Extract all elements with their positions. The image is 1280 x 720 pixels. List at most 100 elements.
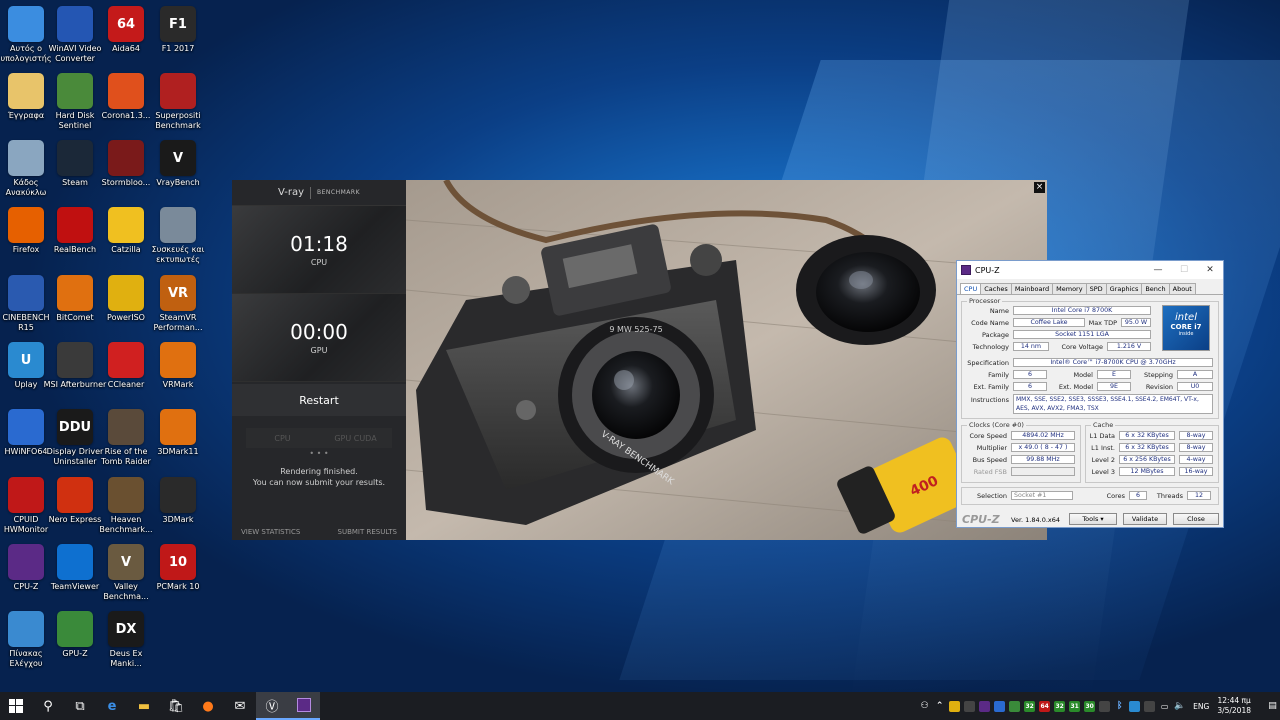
hwinfo-tray-icon[interactable]: 31 (1069, 700, 1081, 712)
cpuz-tab-spd[interactable]: SPD (1085, 283, 1107, 294)
search-button[interactable]: ⚲ (32, 692, 64, 720)
tray-app-icon[interactable] (1144, 700, 1156, 712)
tray-app-icon[interactable] (949, 700, 961, 712)
family-label: Family (988, 371, 1009, 379)
tray-app-icon[interactable] (1129, 700, 1141, 712)
ext-model-label: Ext. Model (1058, 383, 1093, 391)
desktop-icon-label: Superpositi Benchmark (155, 111, 201, 130)
vray-close-button[interactable]: × (1034, 182, 1045, 193)
desktop-icon-label: Συσκευές και εκτυπωτές (151, 245, 205, 264)
cpuz-tab-mainboard[interactable]: Mainboard (1010, 283, 1054, 294)
cpuz-tab-about[interactable]: About (1168, 283, 1196, 294)
taskbar: ⚲ ⧉ e ▬ 🛍 ● ✉ Ⓥ ⚇ ⌃ 32 64 32 31 30 ᛒ ▭ 🔈… (0, 692, 1280, 720)
tray-app-icon[interactable] (1099, 700, 1111, 712)
socket-select[interactable]: Socket #1 (1011, 491, 1073, 500)
desktop-icon[interactable]: V VrayBench (146, 140, 210, 188)
l1-data-value: 6 x 32 KBytes (1119, 431, 1175, 440)
start-button[interactable] (0, 692, 32, 720)
cpuz-tab-graphics[interactable]: Graphics (1105, 283, 1143, 294)
hwinfo-tray-icon[interactable]: 30 (1084, 700, 1096, 712)
taskbar-file-explorer[interactable]: ▬ (128, 692, 160, 720)
hwinfo-tray-icon[interactable]: 32 (1054, 700, 1066, 712)
taskbar-store[interactable]: 🛍 (160, 692, 192, 720)
restart-button[interactable]: Restart (232, 384, 406, 416)
clock[interactable]: 12:44 πμ 3/5/2018 (1217, 696, 1251, 716)
cpuz-tab-memory[interactable]: Memory (1052, 283, 1087, 294)
desktop-icon[interactable]: DX Deus Ex Manki... (94, 611, 158, 669)
cpuz-window: CPU-Z — ☐ ✕ CPU Caches Mainboard Memory SPD G… (956, 260, 1224, 528)
desktop-icon[interactable]: 3DMark11 (146, 409, 210, 457)
valley-icon: V (108, 544, 144, 580)
rated-fsb-value (1011, 467, 1075, 476)
taskbar-firefox[interactable]: ● (192, 692, 224, 720)
status-line-2: You can now submit your results. (252, 478, 386, 487)
tombraider-icon (108, 409, 144, 445)
close-icon[interactable]: ✕ (1197, 265, 1223, 275)
taskbar-mail[interactable]: ✉ (224, 692, 256, 720)
maximize-icon[interactable]: ☐ (1171, 265, 1197, 275)
task-view-button[interactable]: ⧉ (64, 692, 96, 720)
progress-dots: • • • (309, 449, 329, 458)
cpuz-tab-cpu[interactable]: CPU (960, 283, 982, 294)
cinebench-icon (8, 275, 44, 311)
ext-model-value: 9E (1097, 382, 1131, 391)
people-icon[interactable]: ⚇ (919, 701, 930, 712)
cpuz-titlebar[interactable]: CPU-Z — ☐ ✕ (957, 261, 1223, 279)
instructions-line-2: AES, AVX, AVX2, FMA3, TSX (1016, 405, 1099, 412)
gpu-time-label: GPU (310, 346, 328, 355)
tab-cpu[interactable]: CPU (246, 428, 319, 448)
cpuz-title: CPU-Z (975, 265, 1000, 275)
tools-button[interactable]: Tools ▾ (1069, 513, 1117, 525)
validate-button[interactable]: Validate (1123, 513, 1167, 525)
notifications-icon[interactable]: ▤ (1267, 701, 1278, 712)
taskbar-edge[interactable]: e (96, 692, 128, 720)
submit-results-link[interactable]: SUBMIT RESULTS (338, 528, 397, 536)
tray-app-icon[interactable] (979, 700, 991, 712)
tray-app-icon[interactable] (964, 700, 976, 712)
core-speed-label: Core Speed (969, 432, 1008, 440)
instructions-line-1: MMX, SSE, SSE2, SSE3, SSSE3, SSE4.1, SSE… (1016, 396, 1199, 403)
taskbar-vray[interactable]: Ⓥ (256, 692, 288, 720)
view-statistics-link[interactable]: VIEW STATISTICS (241, 528, 300, 536)
desktop-icon[interactable]: Superpositi Benchmark (146, 73, 210, 131)
desktop-icon[interactable]: VR SteamVR Performan... (146, 275, 210, 333)
store-icon: 🛍 (167, 698, 185, 714)
show-hidden-icon[interactable]: ⌃ (934, 701, 945, 712)
aida64-tray-icon[interactable]: 64 (1039, 700, 1051, 712)
volume-icon[interactable]: 🔈 (1174, 701, 1185, 712)
vray-icon: Ⓥ (265, 699, 279, 715)
printers-icon (160, 207, 196, 243)
vray-footer: VIEW STATISTICS SUBMIT RESULTS (232, 528, 406, 536)
cpuz-tab-bench[interactable]: Bench (1141, 283, 1170, 294)
3dmark-icon (160, 477, 196, 513)
desktop-icon[interactable]: 3DMark (146, 477, 210, 525)
uplay-icon: U (8, 342, 44, 378)
processor-legend: Processor (967, 297, 1003, 305)
this-pc-icon (8, 6, 44, 42)
cpuz-tabs: CPU Caches Mainboard Memory SPD Graphics Bench… (957, 279, 1223, 295)
mail-icon: ✉ (234, 698, 246, 714)
f1-2017-icon: F1 (160, 6, 196, 42)
vray-logo-subtitle: BENCHMARK (317, 189, 360, 196)
tab-gpu-cuda[interactable]: GPU CUDA (319, 428, 392, 448)
close-button[interactable]: Close (1173, 513, 1219, 525)
hwinfo-tray-icon[interactable]: 32 (1024, 700, 1036, 712)
desktop-icon[interactable]: Συσκευές και εκτυπωτές (146, 207, 210, 265)
tray-app-icon[interactable] (1009, 700, 1021, 712)
intel-core-i7-text: CORE i7 (1170, 323, 1202, 331)
desktop-icon[interactable]: 10 PCMark 10 (146, 544, 210, 592)
desktop-icon[interactable]: F1 F1 2017 (146, 6, 210, 54)
minimize-icon[interactable]: — (1145, 265, 1171, 275)
edge-icon: e (107, 698, 117, 714)
tray-app-icon[interactable] (994, 700, 1006, 712)
network-icon[interactable]: ▭ (1159, 701, 1170, 712)
bluetooth-icon[interactable]: ᛒ (1114, 701, 1125, 712)
cpuz-tab-caches[interactable]: Caches (980, 283, 1012, 294)
desktop-icon-label: Deus Ex Manki... (109, 649, 143, 668)
logo-separator (310, 186, 312, 199)
clocks-legend: Clocks (Core #0) (967, 421, 1026, 429)
taskbar-cpuz[interactable] (288, 692, 320, 720)
input-language[interactable]: ENG (1193, 702, 1209, 711)
desktop-icon[interactable]: VRMark (146, 342, 210, 390)
cpu-time: 01:18 (290, 232, 348, 256)
